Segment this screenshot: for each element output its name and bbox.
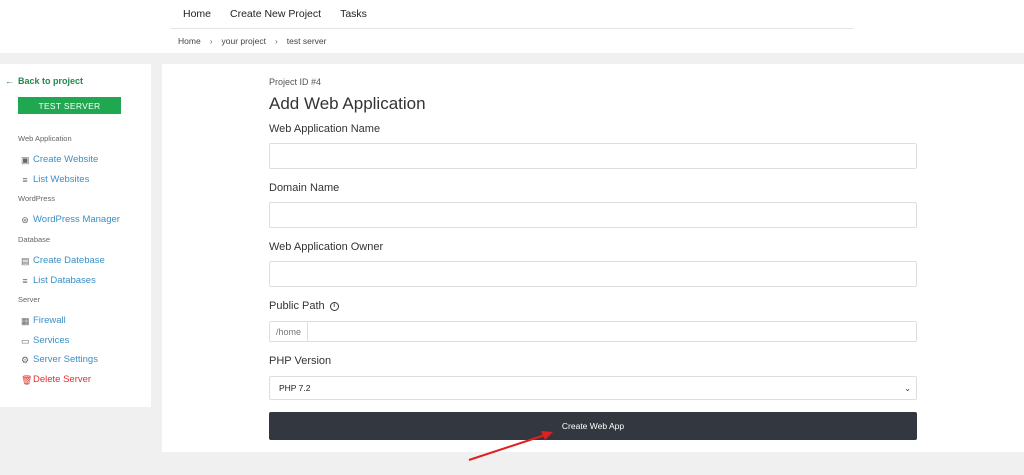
breadcrumb: Home › your project › test server xyxy=(178,36,326,47)
gear-icon: ⚙ xyxy=(21,355,30,365)
breadcrumb-separator: › xyxy=(209,36,213,46)
wordpress-icon: ⊛ xyxy=(21,215,29,225)
sidebar-item-delete-server[interactable]: 🗑 Delete Server xyxy=(21,374,91,386)
sidebar-item-services[interactable]: ▭ Services xyxy=(21,335,69,347)
sidebar-item-label: Create Datebase xyxy=(33,255,105,266)
top-bar: Home Create New Project Tasks Home › you… xyxy=(0,0,1024,53)
app-owner-label: Web Application Owner xyxy=(269,241,384,253)
back-to-project-link[interactable]: ← Back to project xyxy=(5,75,83,87)
breadcrumb-server: test server xyxy=(286,36,327,46)
public-path-prefix: /home xyxy=(270,322,308,341)
sidebar: ← Back to project TEST SERVER Web Applic… xyxy=(0,64,151,407)
public-path-label: Public Path xyxy=(269,300,325,312)
php-version-label: PHP Version xyxy=(269,355,332,367)
app-name-input[interactable] xyxy=(269,143,917,169)
database-icon: ▤ xyxy=(21,256,30,266)
nav-home-link[interactable]: Home xyxy=(183,7,211,21)
sidebar-item-server-settings[interactable]: ⚙ Server Settings xyxy=(21,354,98,366)
top-divider xyxy=(170,28,854,29)
chevron-down-icon: ⌄ xyxy=(904,383,911,393)
sidebar-item-label: Create Website xyxy=(33,154,99,165)
domain-name-input[interactable] xyxy=(269,202,917,228)
nav-tasks-link[interactable]: Tasks xyxy=(340,7,367,21)
info-icon[interactable]: i xyxy=(329,301,339,311)
sidebar-item-label: Server Settings xyxy=(33,354,98,365)
app-owner-input[interactable] xyxy=(269,261,917,287)
public-path-field: /home xyxy=(269,321,917,342)
sidebar-item-label: List Websites xyxy=(33,174,90,185)
breadcrumb-separator: › xyxy=(274,36,278,46)
domain-name-label: Domain Name xyxy=(269,182,340,194)
sidebar-item-label: WordPress Manager xyxy=(33,214,120,225)
sidebar-item-list-websites[interactable]: ≡ List Websites xyxy=(21,174,89,186)
server-name-button[interactable]: TEST SERVER xyxy=(18,97,121,114)
breadcrumb-home[interactable]: Home xyxy=(178,36,201,47)
sidebar-item-firewall[interactable]: ▦ Firewall xyxy=(21,315,66,327)
section-title-web-application: Web Application xyxy=(18,134,72,143)
public-path-input[interactable] xyxy=(308,322,916,341)
create-web-app-button[interactable]: Create Web App xyxy=(269,412,917,440)
sidebar-item-label: Services xyxy=(33,335,70,346)
section-title-database: Database xyxy=(18,235,51,244)
main-panel: Project ID #4 Add Web Application Web Ap… xyxy=(162,64,1024,452)
list-icon: ≡ xyxy=(22,276,28,286)
trash-icon: 🗑 xyxy=(21,375,33,385)
app-name-label: Web Application Name xyxy=(269,123,381,135)
breadcrumb-project[interactable]: your project xyxy=(222,36,266,47)
sidebar-item-wordpress-manager[interactable]: ⊛ WordPress Manager xyxy=(21,214,120,226)
public-path-label-row: Public Path i xyxy=(269,299,339,313)
php-version-select[interactable]: PHP 7.2 ⌄ xyxy=(269,376,917,400)
page-title: Add Web Application xyxy=(269,94,426,113)
sidebar-item-label: List Databases xyxy=(33,275,96,286)
sidebar-item-list-databases[interactable]: ≡ List Databases xyxy=(21,275,96,287)
sidebar-item-create-database[interactable]: ▤ Create Datebase xyxy=(21,255,105,267)
list-icon: ≡ xyxy=(22,175,28,185)
back-to-project-label: Back to project xyxy=(18,76,84,86)
section-title-wordpress: WordPress xyxy=(18,194,55,203)
sidebar-item-create-website[interactable]: ▣ Create Website xyxy=(21,154,98,166)
sidebar-item-label: Delete Server xyxy=(33,374,92,385)
top-navigation: Home Create New Project Tasks xyxy=(183,7,367,21)
services-icon: ▭ xyxy=(21,336,30,346)
sidebar-item-label: Firewall xyxy=(33,315,66,326)
section-title-server: Server xyxy=(18,295,41,304)
website-icon: ▣ xyxy=(21,155,30,165)
firewall-icon: ▦ xyxy=(21,316,30,326)
php-version-value: PHP 7.2 xyxy=(279,383,311,393)
nav-create-project-link[interactable]: Create New Project xyxy=(230,7,321,21)
project-id: Project ID #4 xyxy=(269,77,322,87)
arrow-left-icon: ← xyxy=(5,76,14,86)
